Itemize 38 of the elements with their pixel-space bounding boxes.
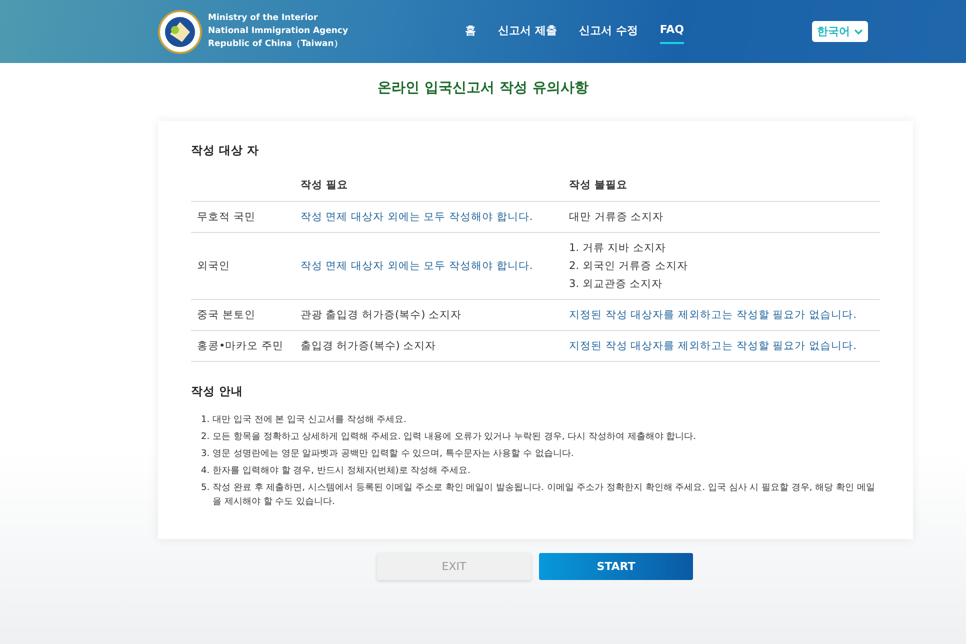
list-number: 4.: [201, 465, 210, 478]
list-number: 1.: [201, 414, 210, 427]
exit-button[interactable]: EXIT: [377, 553, 531, 580]
agency-emblem-icon: [158, 10, 202, 54]
list-number: 5.: [201, 482, 210, 495]
table-cell: 홍콩•마카오 주민: [191, 330, 294, 362]
nav-link[interactable]: 신고서 수정: [579, 19, 638, 44]
guide-text: 모든 항목을 정확하고 상세하게 입력해 주세요. 입력 내용에 오류가 있거나 누락된 경우, 다시 작성하여 제출해야 합니다.: [212, 431, 696, 444]
list-number: 3.: [201, 448, 210, 461]
table-cell: 출입경 허가증(복수) 소지자: [294, 330, 564, 362]
list-number: 2.: [201, 431, 210, 444]
guide-text: 작성 완료 후 제출하면, 시스템에서 등록된 이메일 주소로 확인 메일이 발송됩니다. 이메일 주소가 정확한지 확인해 주세요. 입국 심사 시 필요할 경우, 해당 확인 메일을 제시해야 할 수도 있습니다.: [212, 482, 876, 509]
guide-text: 대만 입국 전에 본 입국 신고서를 작성해 주세요.: [212, 414, 406, 427]
table-cell: 관광 출입경 허가증(복수) 소지자: [294, 300, 564, 330]
guide-text: 한자를 입력해야 할 경우, 반드시 정체자(번체)로 작성해 주세요.: [212, 465, 470, 478]
table-cell: 지정된 작성 대상자를 제외하고는 작성할 필요가 없습니다.: [563, 300, 880, 330]
guide-text: 영문 성명란에는 영문 알파벳과 공백만 입력할 수 있으며, 특수문자는 사용할 수 없습니다.: [212, 448, 574, 461]
column-header: 작성 필요: [294, 172, 564, 202]
table-cell: 중국 본토인: [191, 300, 294, 330]
nav-link[interactable]: 홈: [465, 19, 476, 44]
agency-name: National Immigration Agency: [208, 25, 348, 38]
section-heading: 작성 안내: [191, 384, 244, 399]
nav-link[interactable]: FAQ: [660, 19, 684, 44]
table-cell: 대만 거류증 소지자: [563, 202, 880, 232]
column-header: 작성 불필요: [563, 172, 880, 202]
table-cell: 작성 면제 대상자 외에는 모두 작성해야 합니다.: [294, 232, 564, 300]
table-cell: 무호적 국민: [191, 202, 294, 232]
agency-name: Republic of China（Taiwan）: [208, 38, 344, 51]
agency-name: Ministry of the Interior: [208, 12, 319, 25]
page-title: 온라인 입국신고서 작성 유의사항: [376, 79, 590, 97]
table-cell: 작성 면제 대상자 외에는 모두 작성해야 합니다.: [294, 202, 564, 232]
nav-link[interactable]: 신고서 제출: [498, 19, 558, 44]
table-cell: 외국인: [191, 232, 294, 300]
section-heading: 작성 대상 자: [191, 143, 260, 158]
table-cell: 지정된 작성 대상자를 제외하고는 작성할 필요가 없습니다.: [563, 330, 880, 362]
start-button[interactable]: START: [539, 553, 693, 580]
chevron-down-icon: [854, 28, 863, 34]
table-cell: 1. 거류 지바 소지자 2. 외국인 거류증 소지자 3. 외교관증 소지자: [563, 232, 880, 300]
